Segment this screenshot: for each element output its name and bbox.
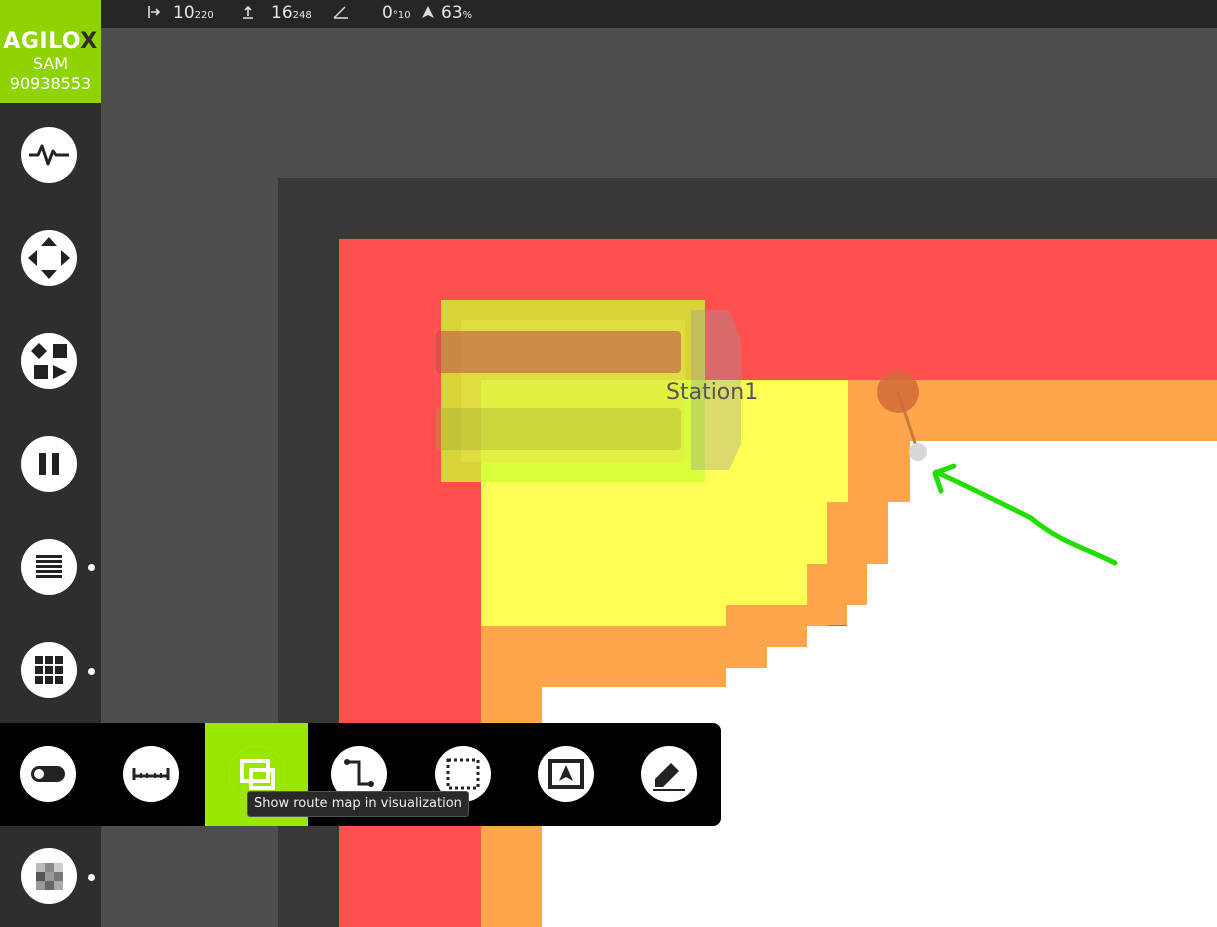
sidebar-item-heatmap[interactable] [21, 848, 77, 904]
stat-battery: 63% [421, 3, 472, 23]
sidebar-item-workflow[interactable] [21, 333, 77, 389]
sidebar-item-list[interactable] [21, 539, 77, 595]
stat-position-x: 10220 [147, 3, 214, 23]
heatmap-indicator-dot [88, 874, 95, 881]
navigate-frame-icon [548, 759, 584, 789]
agilox-logo: AGILOX SAM 90938553 [0, 0, 101, 103]
toolbar-navigate-button[interactable] [514, 723, 617, 826]
tooltip: Show route map in visualization [247, 791, 469, 817]
toolbar-ruler-button[interactable] [103, 723, 206, 826]
ruler-icon [132, 768, 170, 780]
workflow-icon [31, 343, 67, 379]
angle-icon [333, 6, 348, 19]
list-indicator-dot [88, 564, 95, 571]
heatmap-icon [36, 863, 63, 890]
toolbar-toggle-button[interactable] [0, 723, 103, 826]
battery-arrow-icon [422, 6, 434, 18]
activity-icon [29, 144, 69, 166]
list-icon [36, 555, 62, 578]
stat-angle: 0°10 [333, 3, 411, 23]
eraser-icon [653, 763, 685, 791]
sidebar-item-activity[interactable] [21, 127, 77, 183]
stat-position-y: 16248 [241, 3, 312, 23]
sidebar-item-grid[interactable] [21, 642, 77, 698]
toggle-icon [31, 766, 65, 782]
grid-indicator-dot [88, 668, 95, 675]
brand-name: AGILOX [3, 29, 98, 54]
sidebar-item-move[interactable] [21, 230, 77, 286]
move-arrows-icon [28, 237, 70, 279]
position-x-icon [148, 6, 161, 18]
pause-icon [39, 453, 59, 475]
sidebar-item-pause[interactable] [21, 436, 77, 492]
robot-name: SAM [32, 54, 69, 73]
grid-icon [35, 656, 63, 684]
robot-serial: 90938553 [9, 74, 92, 93]
station-label[interactable]: Station1 [666, 380, 758, 405]
status-bar: 10220 16248 0°10 63% [101, 0, 1217, 28]
toolbar-eraser-button[interactable] [617, 723, 720, 826]
position-y-icon [243, 5, 253, 19]
